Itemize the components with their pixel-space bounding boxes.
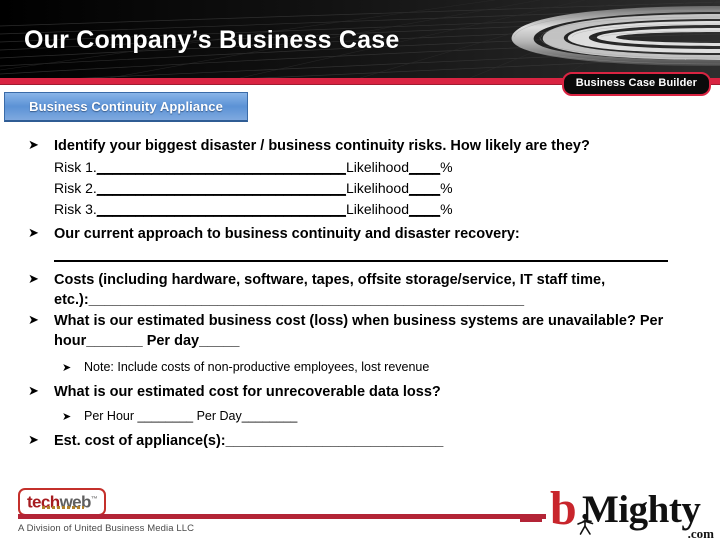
arrow-bullet-icon: ➤ (28, 226, 39, 241)
techweb-logo-underline (42, 506, 84, 509)
sub-bullet-text: Per Hour ________ Per Day________ (84, 409, 298, 423)
risk-line: Risk 3.________________________________L… (0, 199, 720, 220)
bullet-text: Costs (including hardware, software, tap… (54, 272, 606, 308)
risk-label: Risk 2. (54, 180, 97, 196)
arrow-sub-bullet-icon: ➤ (62, 410, 72, 423)
section-tab-business-continuity-appliance[interactable]: Business Continuity Appliance (4, 92, 248, 122)
risk-line: Risk 2.________________________________L… (0, 178, 720, 199)
footer-division-text: A Division of United Business Media LLC (18, 523, 195, 534)
sub-bullet-text: Note: Include costs of non-productive em… (84, 360, 430, 374)
bmighty-logo: b Mighty .com (548, 482, 720, 542)
slide-footer: techweb™ A Division of United Business M… (0, 482, 720, 542)
slide-header: Our Company’s Business Case (0, 0, 720, 78)
risk-blank[interactable]: ________________________________ (97, 180, 346, 196)
bullet-text: Identify your biggest disaster / busines… (54, 138, 590, 154)
risk-label: Risk 1. (54, 159, 97, 175)
likelihood-blank[interactable]: ____ (409, 159, 440, 175)
arrow-bullet-icon: ➤ (28, 384, 39, 399)
bullet-text: Our current approach to business continu… (54, 226, 520, 242)
sub-bullet-item: ➤ Per Hour ________ Per Day________ (0, 407, 720, 426)
techweb-logo: techweb™ (18, 488, 107, 516)
slide-body: ➤ Identify your biggest disaster / busin… (0, 136, 720, 452)
bullet-item: ➤ Identify your biggest disaster / busin… (0, 136, 720, 156)
risk-line: Risk 1.________________________________L… (0, 157, 720, 178)
rule-line (54, 260, 668, 262)
page-title: Our Company’s Business Case (24, 26, 400, 54)
section-tab-label: Business Continuity Appliance (29, 99, 223, 114)
bullet-item: ➤ Costs (including hardware, software, t… (0, 270, 720, 310)
bullet-text: What is our estimated business cost (los… (54, 313, 664, 349)
percent-sign: % (440, 159, 453, 175)
bullet-text: What is our estimated cost for unrecover… (54, 384, 441, 400)
arrow-bullet-icon: ➤ (28, 433, 39, 448)
footer-accent-rule (18, 514, 546, 519)
bullet-item: ➤ What is our estimated business cost (l… (0, 311, 720, 351)
likelihood-label: Likelihood (345, 180, 410, 196)
likelihood-label: Likelihood (345, 201, 410, 217)
risk-label: Risk 3. (54, 201, 97, 217)
likelihood-blank[interactable]: ____ (409, 201, 440, 217)
sub-bullet-item: ➤ Note: Include costs of non-productive … (0, 358, 720, 377)
footer-rule-dash (520, 514, 542, 522)
arrow-sub-bullet-icon: ➤ (62, 361, 72, 374)
bmighty-logo-b: b (550, 482, 577, 535)
risk-blank[interactable]: ________________________________ (97, 159, 346, 175)
percent-sign: % (440, 180, 453, 196)
risk-blank[interactable]: ________________________________ (97, 201, 346, 217)
arrow-bullet-icon: ➤ (28, 313, 39, 328)
trademark-icon: ™ (90, 496, 98, 503)
business-case-builder-badge: Business Case Builder (561, 72, 711, 96)
bullet-item: ➤ What is our estimated cost for unrecov… (0, 382, 720, 402)
bullet-item: ➤ Our current approach to business conti… (0, 224, 720, 244)
arrow-bullet-icon: ➤ (28, 138, 39, 153)
percent-sign: % (440, 201, 453, 217)
arrow-bullet-icon: ➤ (28, 272, 39, 287)
likelihood-blank[interactable]: ____ (409, 180, 440, 196)
likelihood-label: Likelihood (345, 159, 410, 175)
stick-figure-icon (577, 513, 594, 535)
bullet-item: ➤ Est. cost of appliance(s):____________… (0, 431, 720, 451)
answer-blank-rule[interactable] (0, 245, 720, 266)
bullet-text: Est. cost of appliance(s):______________… (54, 433, 444, 449)
